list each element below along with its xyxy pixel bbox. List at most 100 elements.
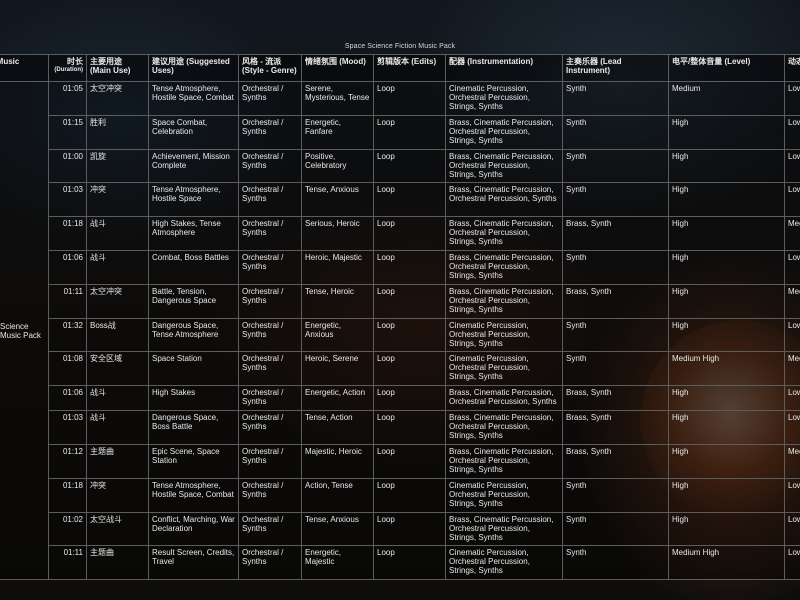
- main-use-cell[interactable]: 凯旋: [86, 148, 149, 184]
- time-cell[interactable]: 01:12: [48, 443, 87, 479]
- instrumentation-cell[interactable]: Brass, Cinematic Percussion, Orchestral …: [445, 182, 563, 218]
- time-cell[interactable]: 01:32: [48, 317, 87, 353]
- table-row[interactable]: 01:15 胜利 Space Combat, Celebration Orchestr…: [0, 114, 800, 150]
- dynamics-cell[interactable]: Low: [784, 477, 800, 513]
- instrumentation-cell[interactable]: Cinematic Percussion, Orchestral Percuss…: [445, 81, 563, 116]
- time-cell[interactable]: 01:06: [48, 249, 87, 285]
- suggested-uses-cell[interactable]: Combat, Boss Battles: [148, 249, 239, 285]
- time-cell[interactable]: 01:11: [48, 545, 87, 581]
- style-cell[interactable]: Orchestral / Synths: [238, 148, 302, 184]
- mood-cell[interactable]: Energetic, Majestic: [301, 545, 374, 581]
- time-cell[interactable]: 01:15: [48, 114, 87, 150]
- suggested-uses-cell[interactable]: Achievement, Mission Complete: [148, 148, 239, 184]
- time-cell[interactable]: 01:18: [48, 477, 87, 513]
- edits-cell[interactable]: Loop: [373, 351, 446, 387]
- style-cell[interactable]: Orchestral / Synths: [238, 283, 302, 319]
- lead-instrument-cell[interactable]: Synth: [562, 317, 669, 353]
- style-cell[interactable]: Orchestral / Synths: [238, 351, 302, 387]
- pack-name-cell[interactable]: Science Music Pack: [0, 80, 49, 581]
- style-cell[interactable]: Orchestral / Synths: [238, 443, 302, 479]
- mood-cell[interactable]: Tense, Action: [301, 410, 374, 445]
- lead-instrument-cell[interactable]: Brass, Synth: [562, 216, 669, 251]
- lead-instrument-cell[interactable]: Synth: [562, 511, 669, 547]
- header-mood[interactable]: 情绪氛围 (Mood): [301, 54, 374, 82]
- dynamics-cell[interactable]: Low: [784, 182, 800, 218]
- table-row[interactable]: Science Music Pack 01:05 太空冲突 Tense Atmosphe…: [0, 80, 800, 581]
- edits-cell[interactable]: Loop: [373, 410, 446, 445]
- dynamics-cell[interactable]: Low: [784, 249, 800, 285]
- table-row[interactable]: 01:02 太空战斗 Conflict, Marching, War Declara…: [0, 511, 800, 547]
- lead-instrument-cell[interactable]: Synth: [562, 249, 669, 285]
- header-style-genre[interactable]: 风格 - 流派 (Style - Genre): [238, 54, 302, 82]
- time-cell[interactable]: 01:03: [48, 182, 87, 218]
- mood-cell[interactable]: Action, Tense: [301, 477, 374, 513]
- main-use-cell[interactable]: 主题曲: [86, 545, 149, 581]
- main-use-cell[interactable]: 太空战斗: [86, 511, 149, 547]
- edits-cell[interactable]: Loop: [373, 385, 446, 412]
- main-use-cell[interactable]: 主题曲: [86, 443, 149, 479]
- main-use-cell[interactable]: 安全区域: [86, 351, 149, 387]
- dynamics-cell[interactable]: Med: [784, 283, 800, 319]
- level-cell[interactable]: High: [668, 477, 785, 513]
- style-cell[interactable]: Orchestral / Synths: [238, 385, 302, 412]
- main-use-cell[interactable]: 冲突: [86, 182, 149, 218]
- style-cell[interactable]: Orchestral / Synths: [238, 545, 302, 581]
- instrumentation-cell[interactable]: Cinematic Percussion, Orchestral Percuss…: [445, 545, 563, 581]
- dynamics-cell[interactable]: Low: [784, 114, 800, 150]
- instrumentation-cell[interactable]: Brass, Cinematic Percussion, Orchestral …: [445, 114, 563, 150]
- mood-cell[interactable]: Energetic, Fanfare: [301, 114, 374, 150]
- edits-cell[interactable]: Loop: [373, 148, 446, 184]
- lead-instrument-cell[interactable]: Synth: [562, 148, 669, 184]
- table-row[interactable]: 01:18 战斗 High Stakes, Tense Atmosphere Orch…: [0, 216, 800, 251]
- edits-cell[interactable]: Loop: [373, 249, 446, 285]
- dynamics-cell[interactable]: Low: [784, 410, 800, 445]
- style-cell[interactable]: Orchestral / Synths: [238, 81, 302, 116]
- mood-cell[interactable]: Serious, Heroic: [301, 216, 374, 251]
- lead-instrument-cell[interactable]: Brass, Synth: [562, 410, 669, 445]
- style-cell[interactable]: Orchestral / Synths: [238, 249, 302, 285]
- instrumentation-cell[interactable]: Cinematic Percussion, Orchestral Percuss…: [445, 317, 563, 353]
- dynamics-cell[interactable]: Med: [784, 351, 800, 387]
- suggested-uses-cell[interactable]: Space Station: [148, 351, 239, 387]
- edits-cell[interactable]: Loop: [373, 477, 446, 513]
- header-pack[interactable]: (Music: [0, 54, 49, 82]
- level-cell[interactable]: High: [668, 182, 785, 218]
- suggested-uses-cell[interactable]: Tense Atmosphere, Hostile Space, Combat: [148, 81, 239, 116]
- dynamics-cell[interactable]: Low: [784, 385, 800, 412]
- level-cell[interactable]: High: [668, 148, 785, 184]
- edits-cell[interactable]: Loop: [373, 283, 446, 319]
- lead-instrument-cell[interactable]: Synth: [562, 114, 669, 150]
- edits-cell[interactable]: Loop: [373, 81, 446, 116]
- time-cell[interactable]: 01:18: [48, 216, 87, 251]
- suggested-uses-cell[interactable]: Dangerous Space, Tense Atmosphere: [148, 317, 239, 353]
- table-row[interactable]: 01:00 凯旋 Achievement, Mission Complete Orch…: [0, 148, 800, 184]
- time-cell[interactable]: 01:03: [48, 410, 87, 445]
- header-lead-instrument[interactable]: 主奏乐器 (Lead Instrument): [562, 54, 669, 82]
- dynamics-cell[interactable]: Low: [784, 511, 800, 547]
- level-cell[interactable]: High: [668, 385, 785, 412]
- instrumentation-cell[interactable]: Cinematic Percussion, Orchestral Percuss…: [445, 351, 563, 387]
- suggested-uses-cell[interactable]: Dangerous Space, Boss Battle: [148, 410, 239, 445]
- time-cell[interactable]: 01:05: [48, 81, 87, 116]
- header-level[interactable]: 电平/整体音量 (Level): [668, 54, 785, 82]
- style-cell[interactable]: Orchestral / Synths: [238, 317, 302, 353]
- time-cell[interactable]: 01:08: [48, 351, 87, 387]
- mood-cell[interactable]: Majestic, Heroic: [301, 443, 374, 479]
- instrumentation-cell[interactable]: Brass, Cinematic Percussion, Orchestral …: [445, 216, 563, 251]
- instrumentation-cell[interactable]: Brass, Cinematic Percussion, Orchestral …: [445, 385, 563, 412]
- level-cell[interactable]: Medium: [668, 81, 785, 116]
- level-cell[interactable]: High: [668, 249, 785, 285]
- instrumentation-cell[interactable]: Brass, Cinematic Percussion, Orchestral …: [445, 443, 563, 479]
- instrumentation-cell[interactable]: Brass, Cinematic Percussion, Orchestral …: [445, 148, 563, 184]
- style-cell[interactable]: Orchestral / Synths: [238, 216, 302, 251]
- mood-cell[interactable]: Positive, Celebratory: [301, 148, 374, 184]
- style-cell[interactable]: Orchestral / Synths: [238, 182, 302, 218]
- table-row[interactable]: 01:08 安全区域 Space Station Orchestral / Synth…: [0, 351, 800, 387]
- style-cell[interactable]: Orchestral / Synths: [238, 114, 302, 150]
- time-cell[interactable]: 01:02: [48, 511, 87, 547]
- style-cell[interactable]: Orchestral / Synths: [238, 477, 302, 513]
- suggested-uses-cell[interactable]: Tense Atmosphere, Hostile Space: [148, 182, 239, 218]
- level-cell[interactable]: High: [668, 511, 785, 547]
- lead-instrument-cell[interactable]: Synth: [562, 477, 669, 513]
- level-cell[interactable]: High: [668, 114, 785, 150]
